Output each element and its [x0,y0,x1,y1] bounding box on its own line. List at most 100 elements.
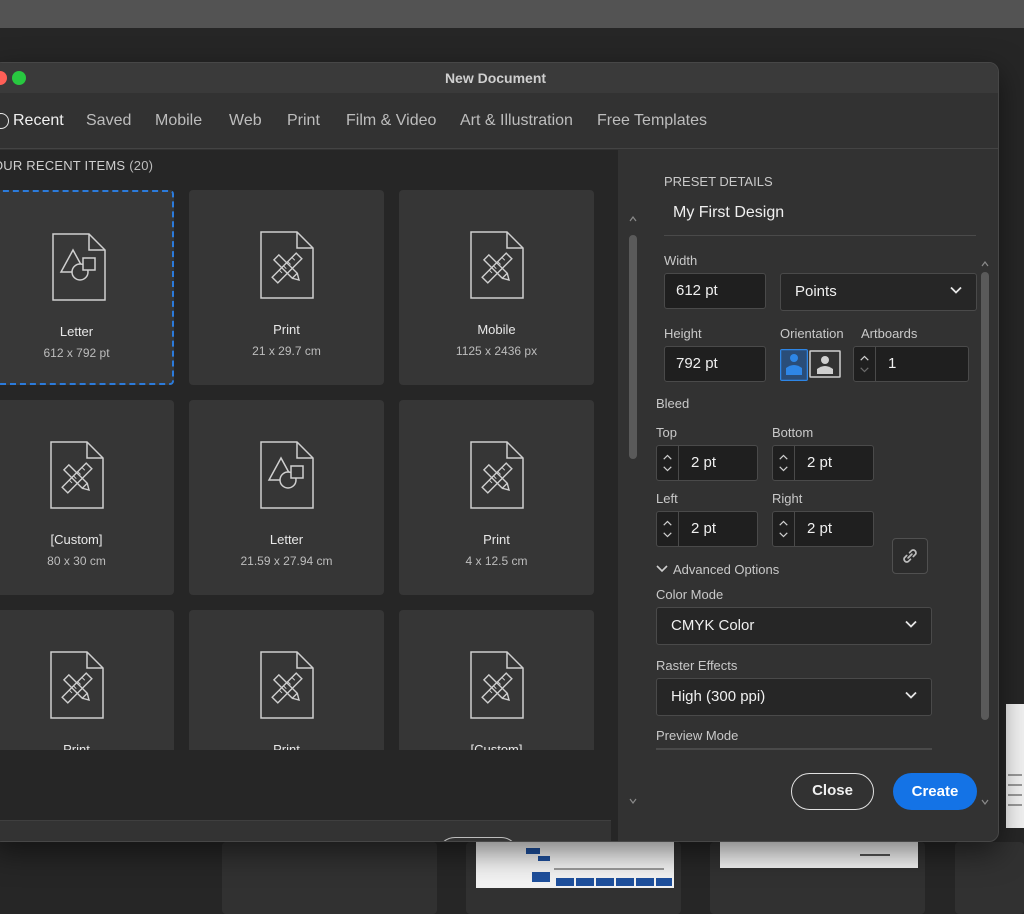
artboards-label: Artboards [861,326,918,341]
background-thumbnail [476,842,674,888]
recent-items-grid: Letter 612 x 792 pt Print 21 x 29.7 cm Mobil… [0,190,618,750]
bleed-label: Bleed [656,396,690,411]
grid-scrollbar[interactable] [627,213,639,813]
portrait-orientation-button[interactable] [780,349,808,381]
recent-item-name: [Custom] [470,742,523,750]
raster-effects-label: Raster Effects [656,658,738,673]
color-mode-select[interactable]: CMYK Color [656,607,932,645]
bleed-left-stepper[interactable]: 2 pt [656,511,758,547]
pencil-ruler-document-icon [470,441,524,509]
recent-item-size: 80 x 30 cm [47,554,106,568]
recent-item-name: Print [273,742,300,750]
stepper-arrows-icon[interactable] [773,446,795,480]
pencil-ruler-document-icon [50,441,104,509]
stock-search-bar: Go [0,820,611,841]
pencil-ruler-document-icon [470,231,524,299]
color-mode-label: Color Mode [656,587,724,602]
tab-saved[interactable]: Saved [86,112,131,130]
title-bar: New Document [0,63,998,93]
window-title: New Document [444,70,547,86]
chevron-down-icon [905,620,917,628]
details-scrollbar[interactable] [979,258,991,813]
tab-free-templates[interactable]: Free Templates [597,112,707,130]
recent-items-panel: OUR RECENT ITEMS (20) Letter 612 x 792 pt P… [0,150,618,841]
tab-mobile[interactable]: Mobile [155,112,202,130]
recent-item-size: 612 x 792 pt [43,346,110,360]
bleed-right-label: Right [772,491,803,506]
recent-items-header: OUR RECENT ITEMS (20) [0,158,153,173]
tab-print[interactable]: Print [287,112,320,130]
background-thumbnail [1006,704,1024,828]
artboards-stepper[interactable]: 1 [853,346,969,382]
background-card [955,842,1024,914]
close-button[interactable]: Close [791,773,874,810]
recent-item-card[interactable]: Print 4 x 12.5 cm [399,400,594,595]
width-label: Width [664,253,698,268]
tab-art-illustration[interactable]: Art & Illustration [460,112,573,130]
preset-details-panel: PRESET DETAILS My First Design Width 612… [641,150,998,841]
bleed-right-stepper[interactable]: 2 pt [772,511,874,547]
recent-items-count: (20) [129,158,154,173]
clock-icon [0,113,9,129]
recent-item-card[interactable]: Letter 612 x 792 pt [0,190,174,385]
recent-item-name: Letter [59,324,94,339]
recent-item-card[interactable]: Print 21 x 29.7 cm [189,190,384,385]
chevron-down-icon [950,286,962,294]
advanced-options-toggle[interactable]: Advanced Options [673,562,779,577]
recent-item-card[interactable]: Print [0,610,174,750]
recent-item-card[interactable]: Print [189,610,384,750]
stepper-arrows-icon[interactable] [854,347,876,381]
bleed-top-stepper[interactable]: 2 pt [656,445,758,481]
landscape-orientation-button[interactable] [809,350,841,378]
recent-item-name: [Custom] [50,532,103,547]
pencil-ruler-document-icon [260,651,314,719]
stock-search-input[interactable] [109,839,424,841]
pencil-ruler-document-icon [50,651,104,719]
recent-item-card[interactable]: [Custom] [399,610,594,750]
category-tabs: Recent Saved Mobile Web Print Film & Vid… [0,93,998,149]
height-label: Height [664,326,702,341]
recent-item-size: 21.59 x 27.94 cm [240,554,333,568]
units-select[interactable]: Points [780,273,977,311]
height-field[interactable]: 792 pt [664,346,766,382]
recent-item-size: 1125 x 2436 px [455,344,538,358]
recent-item-card[interactable]: [Custom] 80 x 30 cm [0,400,174,595]
orientation-label: Orientation [780,326,844,341]
recent-item-size: 4 x 12.5 cm [465,554,528,568]
create-button[interactable]: Create [893,773,977,810]
stepper-arrows-icon[interactable] [657,512,679,546]
link-bleed-icon[interactable] [892,538,928,574]
tab-recent[interactable]: Recent [13,112,64,130]
recent-item-name: Print [273,322,300,337]
recent-item-card[interactable]: Letter 21.59 x 27.94 cm [189,400,384,595]
width-field[interactable]: 612 pt [664,273,766,309]
chevron-down-icon[interactable] [656,564,668,574]
preset-details-label: PRESET DETAILS [664,174,773,189]
tab-web[interactable]: Web [229,112,262,130]
stepper-arrows-icon[interactable] [657,446,679,480]
recent-item-name: Print [63,742,90,750]
pencil-ruler-document-icon [260,231,314,299]
recent-item-card[interactable]: Mobile 1125 x 2436 px [399,190,594,385]
shapes-document-icon [260,441,314,509]
shapes-document-icon [52,233,106,301]
preset-name-field[interactable]: My First Design [673,204,784,222]
app-top-strip [0,0,1024,28]
recent-items-title: OUR RECENT ITEMS [0,158,126,173]
pencil-ruler-document-icon [470,651,524,719]
raster-effects-select[interactable]: High (300 ppi) [656,678,932,716]
recent-item-name: Letter [269,532,304,547]
bleed-bottom-label: Bottom [772,425,814,440]
bleed-top-label: Top [656,425,677,440]
background-card [222,842,437,914]
recent-item-name: Mobile [477,322,516,337]
tab-film-video[interactable]: Film & Video [346,112,436,130]
go-button[interactable]: Go [437,837,519,841]
stepper-arrows-icon[interactable] [773,512,795,546]
new-document-dialog: New Document Recent Saved Mobile Web Pri… [0,62,999,842]
chevron-down-icon [905,691,917,699]
background-thumbnail [720,842,918,868]
recent-item-size: 21 x 29.7 cm [252,344,321,358]
preview-mode-select-edge[interactable] [656,748,932,750]
bleed-bottom-stepper[interactable]: 2 pt [772,445,874,481]
